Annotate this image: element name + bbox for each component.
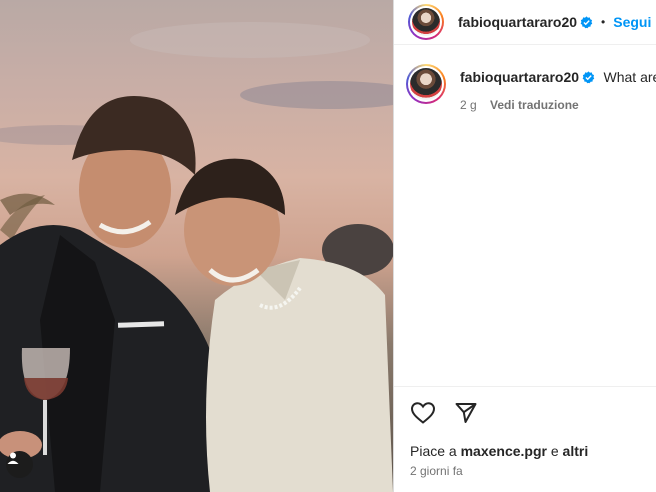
likes-user-link[interactable]: maxence.pgr [461,443,547,459]
author-avatar[interactable] [408,4,444,40]
post-actions: Piace a maxence.pgr e altri 2 giorni fa [394,386,656,478]
caption-username[interactable]: fabioquartararo20 [460,69,579,85]
verified-badge-icon [582,71,595,84]
post-timestamp[interactable]: 2 giorni fa [410,464,463,478]
post-header: fabioquartararo20 • Segui [394,0,656,45]
instagram-post-view: fabioquartararo20 • Segui fabioquartarar… [0,0,656,492]
photo-illustration [0,22,393,492]
likes-prefix: Piace a [410,443,457,459]
user-tag-icon[interactable] [6,451,33,478]
caption-age: 2 g [460,98,477,112]
caption-author-avatar[interactable] [406,64,446,104]
follow-button[interactable]: Segui [613,14,651,30]
heart-icon[interactable] [410,401,436,425]
separator-dot: • [601,15,606,29]
caption-row: fabioquartararo20 What are 2 g Vedi trad… [406,64,656,112]
verified-badge-icon [580,15,593,28]
post-photo[interactable] [0,0,393,492]
author-username[interactable]: fabioquartararo20 [458,14,577,30]
likes-summary: Piace a maxence.pgr e altri [410,443,588,459]
translate-link[interactable]: Vedi traduzione [490,98,579,112]
likes-others-link[interactable]: altri [563,443,589,459]
likes-conjunction: e [550,443,559,459]
send-icon[interactable] [454,401,478,425]
caption-text: What are [603,69,656,85]
post-side-panel: fabioquartararo20 • Segui fabioquartarar… [393,0,656,492]
